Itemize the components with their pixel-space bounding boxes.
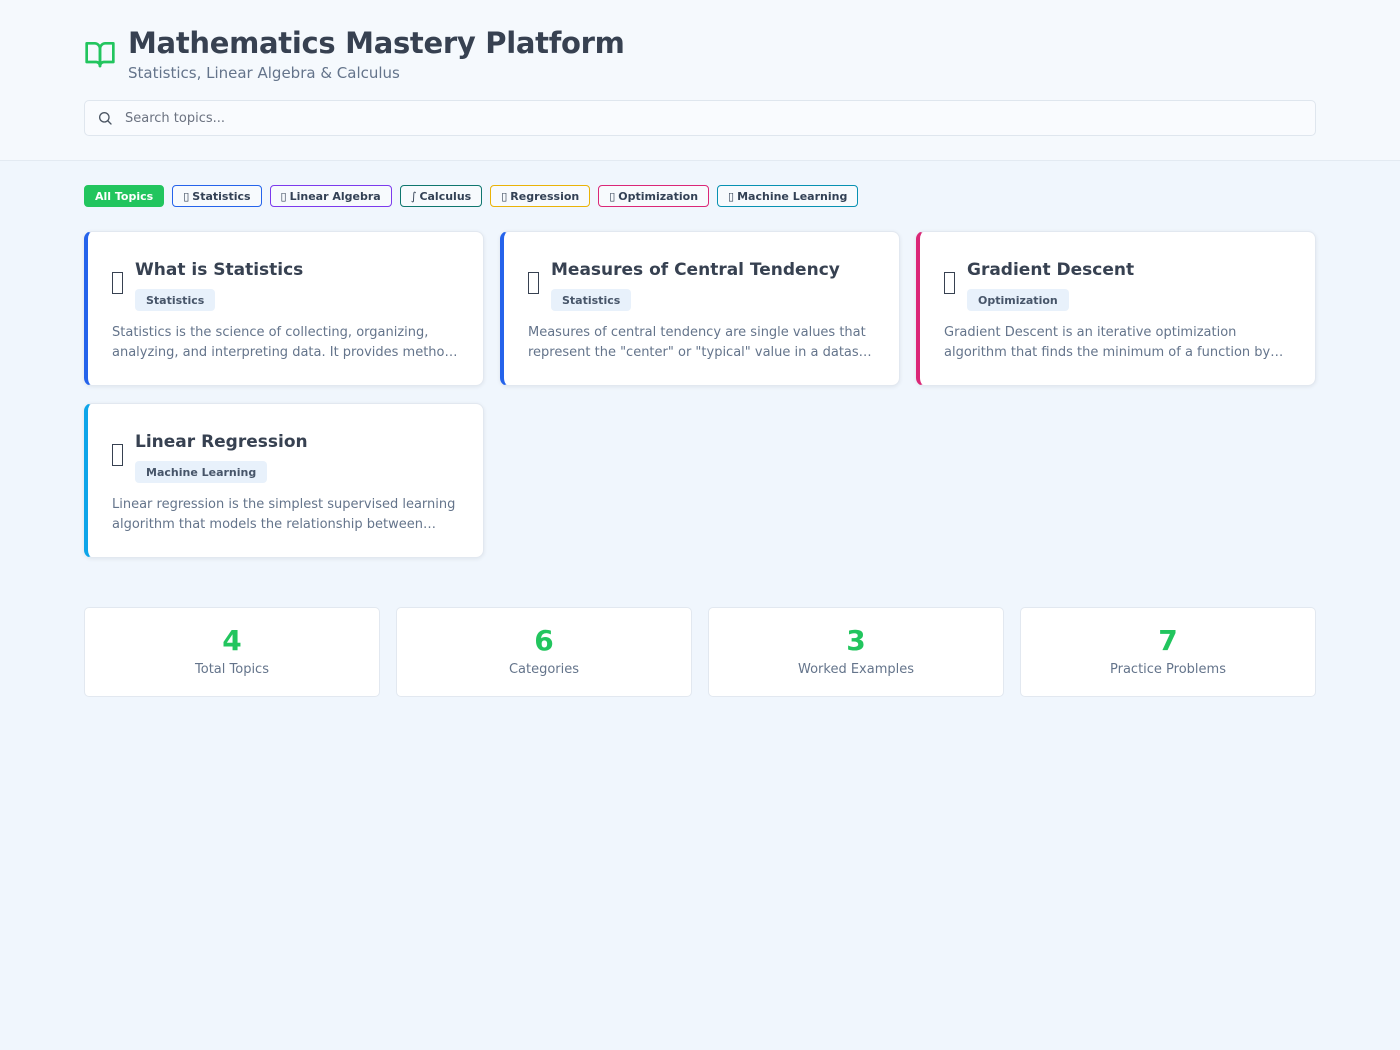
statistics-icon: ▯: [183, 189, 190, 203]
topic-description: Statistics is the science of collecting,…: [112, 325, 460, 360]
stat-label: Total Topics: [195, 662, 269, 677]
stat-label: Categories: [508, 662, 580, 677]
topic-card[interactable]: Measures of Central Tendency Statistics …: [500, 231, 900, 386]
topic-card[interactable]: Gradient Descent Optimization Gradient D…: [916, 231, 1316, 386]
topic-icon: [112, 444, 123, 466]
optimization-icon: ▯: [609, 189, 616, 203]
stat-total-topics: 4 Total Topics: [84, 607, 380, 697]
topic-title: What is Statistics: [135, 260, 304, 280]
stat-categories: 6 Categories: [396, 607, 692, 697]
topic-title: Measures of Central Tendency: [551, 260, 840, 280]
topic-title: Gradient Descent: [967, 260, 1135, 280]
filter-statistics[interactable]: ▯ Statistics: [172, 185, 262, 207]
stat-value: 4: [222, 624, 242, 657]
stat-label: Worked Examples: [797, 662, 914, 677]
topic-icon: [528, 272, 539, 294]
category-badge: Statistics: [551, 289, 632, 311]
topic-description: Linear regression is the simplest superv…: [112, 497, 456, 532]
category-badge: Machine Learning: [135, 461, 268, 483]
filter-all-topics[interactable]: All Topics: [84, 185, 165, 207]
page-header: Mathematics Mastery Platform Statistics,…: [0, 0, 1400, 161]
category-badge: Optimization: [967, 289, 1069, 311]
filter-optimization[interactable]: ▯ Optimization: [598, 185, 710, 207]
stat-worked-examples: 3 Worked Examples: [708, 607, 1004, 697]
stat-value: 6: [534, 624, 554, 657]
stat-label: Practice Problems: [1110, 662, 1226, 677]
search-bar[interactable]: [84, 100, 1316, 136]
brand: Mathematics Mastery Platform Statistics,…: [84, 26, 625, 82]
search-input[interactable]: [125, 110, 1305, 126]
filter-label: Machine Learning: [737, 189, 848, 203]
filter-label: Statistics: [192, 189, 251, 203]
stat-practice-problems: 7 Practice Problems: [1020, 607, 1316, 697]
filter-regression[interactable]: ▯ Regression: [490, 185, 591, 207]
page-subtitle: Statistics, Linear Algebra & Calculus: [128, 64, 400, 82]
stat-value: 3: [846, 624, 866, 657]
topic-card[interactable]: What is Statistics Statistics Statistics…: [84, 231, 484, 386]
topic-description: Measures of central tendency are single …: [528, 325, 876, 360]
machine-learning-icon: ▯: [728, 189, 735, 203]
stat-value: 7: [1158, 624, 1178, 657]
integral-icon: ∫: [410, 189, 417, 203]
category-badge: Statistics: [135, 289, 216, 311]
filter-machine-learning[interactable]: ▯ Machine Learning: [717, 185, 859, 207]
search-icon: [99, 112, 112, 125]
filter-linear-algebra[interactable]: ▯ Linear Algebra: [269, 185, 392, 207]
topic-description: Gradient Descent is an iterative optimiz…: [944, 325, 1271, 360]
topic-icon: [112, 272, 123, 294]
filter-label: Calculus: [419, 189, 472, 203]
page-title: Mathematics Mastery Platform: [128, 26, 625, 60]
filter-label: Linear Algebra: [289, 189, 381, 203]
regression-icon: ▯: [501, 189, 508, 203]
topic-card[interactable]: Linear Regression Machine Learning Linea…: [84, 403, 484, 558]
book-open-icon: [85, 42, 115, 68]
linear-algebra-icon: ▯: [280, 189, 287, 203]
topic-title: Linear Regression: [135, 432, 308, 452]
filter-calculus[interactable]: ∫ Calculus: [399, 185, 483, 207]
filter-label: Optimization: [618, 189, 699, 203]
topic-icon: [944, 272, 955, 294]
filter-label: Regression: [510, 189, 580, 203]
filter-label: All Topics: [95, 189, 154, 203]
category-filters: All Topics ▯ Statistics ▯ Linear Algebra…: [84, 185, 859, 207]
